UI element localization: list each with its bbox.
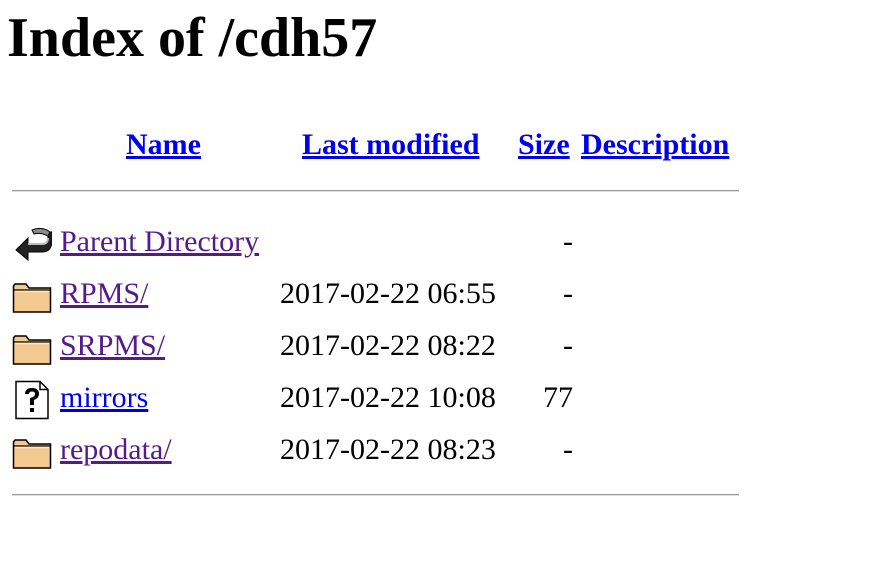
parent-directory-link[interactable]: Parent Directory [60, 216, 259, 268]
top-divider [12, 190, 739, 192]
rpms-folder-link[interactable]: RPMS/ [60, 268, 148, 320]
folder-icon[interactable] [12, 276, 52, 316]
back-icon[interactable] [12, 224, 53, 264]
sort-by-description-link[interactable]: Description [581, 128, 729, 161]
sort-by-last-modified-link[interactable]: Last modified [302, 128, 480, 161]
size-value: 77 [543, 381, 573, 414]
last-modified-value: 2017-02-22 10:08 [280, 381, 496, 414]
column-header-description: Description [581, 122, 729, 168]
page-title: Index of /cdh57 [7, 7, 378, 69]
folder-icon[interactable] [12, 328, 52, 368]
repodata-folder-link[interactable]: repodata/ [60, 424, 172, 476]
last-modified-value: 2017-02-22 08:22 [280, 329, 496, 362]
size-value: - [563, 277, 573, 310]
srpms-folder-link[interactable]: SRPMS/ [60, 320, 165, 372]
table-row: mirrors 2017-02-22 10:08 77 [12, 372, 772, 424]
column-header-last-modified: Last modified [302, 122, 480, 168]
table-row: SRPMS/ 2017-02-22 08:22 - [12, 320, 772, 372]
table-row: repodata/ 2017-02-22 08:23 - [12, 424, 772, 476]
table-row: RPMS/ 2017-02-22 06:55 - [12, 268, 772, 320]
size-value: - [563, 225, 573, 258]
column-header-size: Size [518, 122, 570, 168]
table-row: Parent Directory - [12, 216, 772, 268]
last-modified-value: 2017-02-22 06:55 [280, 277, 496, 310]
last-modified-value: 2017-02-22 08:23 [280, 433, 496, 466]
size-value: - [563, 329, 573, 362]
mirrors-file-link[interactable]: mirrors [60, 372, 148, 424]
column-header-name: Name [126, 122, 201, 168]
sort-by-name-link[interactable]: Name [126, 128, 201, 161]
unknown-file-icon[interactable] [12, 380, 52, 420]
sort-by-size-link[interactable]: Size [518, 128, 570, 161]
folder-icon[interactable] [12, 432, 52, 472]
size-value: - [563, 433, 573, 466]
bottom-divider [12, 494, 739, 496]
